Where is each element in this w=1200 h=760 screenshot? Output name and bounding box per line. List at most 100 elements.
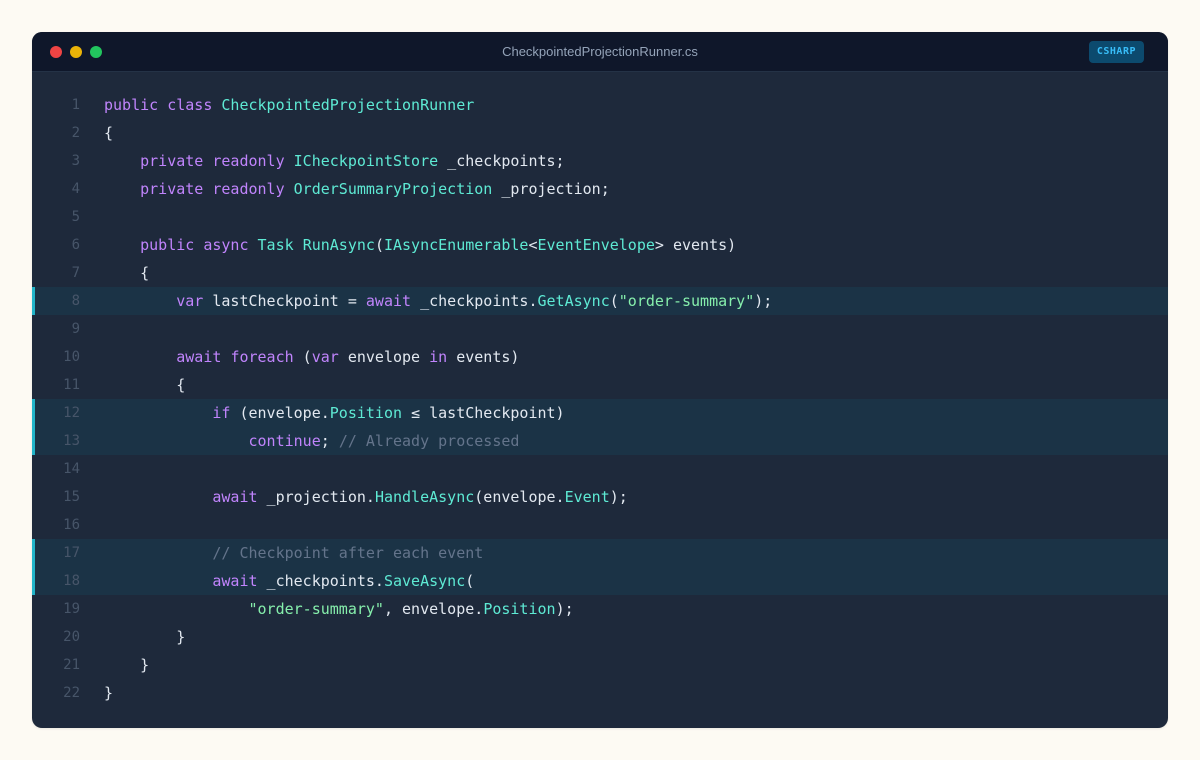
line-source: var lastCheckpoint = await _checkpoints.… [104, 287, 772, 315]
code-token: var [311, 348, 339, 366]
code-token: (envelope. [474, 488, 565, 506]
line-source: } [104, 679, 113, 707]
code-token: , envelope. [383, 600, 484, 618]
line-source: } [104, 651, 149, 679]
code-token: class [167, 96, 213, 114]
code-token: continue [248, 432, 321, 450]
code-line: 12 if (envelope.Position ≤ lastCheckpoin… [32, 399, 1168, 427]
code-token: ( [609, 292, 619, 310]
code-token: CheckpointedProjectionRunner [221, 96, 475, 114]
code-token: ( [374, 236, 384, 254]
line-source: public class CheckpointedProjectionRunne… [104, 91, 474, 119]
code-token: ); [609, 488, 628, 506]
code-token: { [104, 124, 114, 142]
line-number: 16 [63, 517, 80, 533]
code-line: 4 private readonly OrderSummaryProjectio… [32, 175, 1168, 203]
code-token: SaveAsync [383, 572, 466, 590]
code-line: 1 public class CheckpointedProjectionRunn… [32, 91, 1168, 119]
code-token: ); [754, 292, 773, 310]
line-number: 19 [63, 601, 80, 617]
code-token: _checkpoints. [411, 292, 538, 310]
line-source: } [104, 623, 185, 651]
line-number: 4 [71, 181, 80, 197]
line-source: { [104, 259, 149, 287]
line-number: 10 [63, 349, 80, 365]
line-number: 20 [63, 629, 80, 645]
code-line: 17 // Checkpoint after each event [32, 539, 1168, 567]
line-source: { [104, 371, 185, 399]
line-source: "order-summary", envelope.Position); [104, 595, 574, 623]
code-line: 15 await _projection.HandleAsync(envelop… [32, 483, 1168, 511]
code-token: RunAsync [302, 236, 375, 254]
code-token: < [528, 236, 538, 254]
code-line: 22} [32, 679, 1168, 707]
code-token: async [203, 236, 249, 254]
code-line: 3 private readonly ICheckpointStore _che… [32, 147, 1168, 175]
code-token: _checkpoints; [438, 152, 565, 170]
line-number: 5 [71, 209, 80, 225]
line-source: private readonly OrderSummaryProjection … [104, 175, 610, 203]
line-number: 14 [63, 461, 80, 477]
code-token: readonly [212, 180, 285, 198]
code-token: private [140, 180, 204, 198]
code-line: 10 await foreach (var envelope in events… [32, 343, 1168, 371]
code-token: public [104, 96, 159, 114]
code-token: await [212, 488, 258, 506]
line-number: 8 [71, 293, 80, 309]
line-number: 17 [63, 545, 80, 561]
line-number: 18 [63, 573, 80, 589]
line-number: 12 [63, 405, 80, 421]
line-source: { [104, 119, 113, 147]
code-token: Position [329, 404, 403, 422]
line-number: 11 [63, 377, 80, 393]
code-line: 6 public async Task RunAsync(IAsyncEnume… [32, 231, 1168, 259]
code-token: ; [320, 432, 339, 450]
code-line: 16 [32, 511, 1168, 539]
code-block[interactable]: 1 public class CheckpointedProjectionRunn… [32, 91, 1168, 707]
code-token: in [429, 348, 448, 366]
code-line: 8 var lastCheckpoint = await _checkpoint… [32, 287, 1168, 315]
code-line: 21 } [32, 651, 1168, 679]
line-number: 1 [71, 97, 80, 113]
code-token: Task [257, 236, 294, 254]
code-token: private [140, 152, 204, 170]
code-token: } [104, 656, 150, 674]
line-number: 6 [71, 237, 80, 253]
line-number: 21 [63, 657, 80, 673]
line-source: private readonly ICheckpointStore _check… [104, 147, 565, 175]
code-token: "order-summary" [248, 600, 384, 618]
line-source: // Checkpoint after each event [104, 539, 483, 567]
code-token: _projection; [492, 180, 610, 198]
code-token: _projection. [257, 488, 375, 506]
code-token: EventEnvelope [537, 236, 655, 254]
code-token: ( [293, 348, 312, 366]
line-number: 22 [63, 685, 80, 701]
code-line: 11 { [32, 371, 1168, 399]
code-token: var [176, 292, 204, 310]
code-token: > events) [654, 236, 737, 254]
code-token: } [104, 684, 114, 702]
line-source: await foreach (var envelope in events) [104, 343, 519, 371]
code-token: (envelope. [230, 404, 330, 422]
file-name: CheckpointedProjectionRunner.cs [502, 44, 698, 59]
code-token: "order-summary" [618, 292, 755, 310]
line-source: await _projection.HandleAsync(envelope.E… [104, 483, 628, 511]
code-token: ICheckpointStore [293, 152, 439, 170]
code-token: OrderSummaryProjection [293, 180, 493, 198]
title-bar: CheckpointedProjectionRunner.cs CSHARP [32, 32, 1168, 72]
line-number: 9 [71, 321, 80, 337]
code-token: events) [447, 348, 520, 366]
code-token: HandleAsync [374, 488, 475, 506]
code-line: 9 [32, 315, 1168, 343]
line-source: continue; // Already processed [104, 427, 520, 455]
